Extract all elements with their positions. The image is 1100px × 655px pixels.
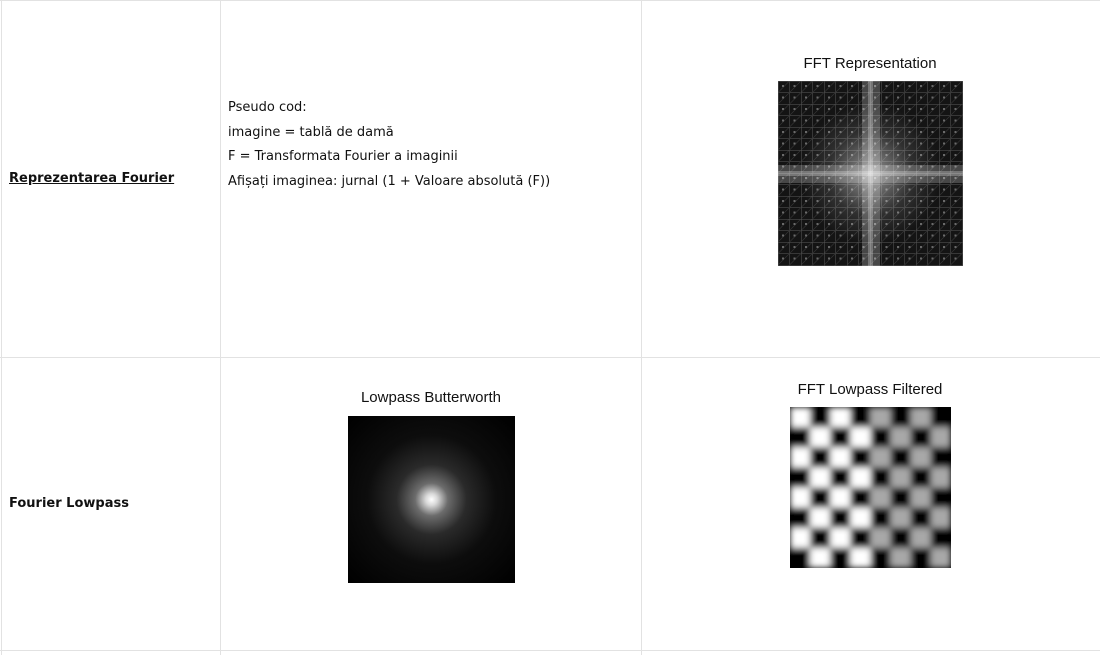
checker-square	[890, 547, 911, 568]
checker-square	[850, 407, 871, 428]
checker-square	[790, 507, 811, 528]
checker-square	[830, 547, 851, 568]
checker-square	[810, 507, 831, 528]
checker-square	[870, 467, 891, 488]
row-divider	[0, 650, 1100, 651]
pseudo-code-block: Pseudo cod: imagine = tablă de damă F = …	[228, 96, 550, 194]
checker-square	[790, 407, 811, 428]
checker-square	[830, 427, 851, 448]
checker-square	[850, 427, 871, 448]
checker-square	[870, 527, 891, 548]
checker-square	[810, 527, 831, 548]
pseudo-code-line: Pseudo cod:	[228, 100, 307, 115]
checker-square	[930, 467, 951, 488]
column-divider	[641, 0, 642, 655]
table-border-top	[0, 0, 1100, 1]
row-divider	[0, 357, 1100, 358]
checker-square	[910, 407, 931, 428]
fft-representation-image	[778, 81, 963, 266]
checker-square	[790, 427, 811, 448]
fft-lowpass-filtered-title: FFT Lowpass Filtered	[797, 381, 943, 398]
checker-square	[890, 527, 911, 548]
checker-square	[810, 447, 831, 468]
fft-lowpass-filtered-image	[790, 407, 951, 568]
checker-square	[930, 447, 951, 468]
checker-square	[890, 507, 911, 528]
checker-square	[810, 467, 831, 488]
checker-square	[810, 407, 831, 428]
checker-square	[850, 547, 871, 568]
checker-square	[790, 527, 811, 548]
checker-square	[910, 527, 931, 548]
checker-square	[850, 487, 871, 508]
checker-square	[810, 487, 831, 508]
checker-square	[910, 487, 931, 508]
column-divider	[1, 0, 2, 655]
checker-square	[930, 427, 951, 448]
lowpass-butterworth-image	[348, 416, 515, 583]
checker-square	[870, 487, 891, 508]
checker-square	[790, 447, 811, 468]
checker-square	[850, 467, 871, 488]
checker-square	[830, 467, 851, 488]
row-label-fourier-lowpass: Fourier Lowpass	[9, 496, 129, 511]
pseudo-code-line: imagine = tablă de damă	[228, 124, 394, 140]
checker-square	[850, 507, 871, 528]
checker-square	[930, 547, 951, 568]
checker-square	[830, 407, 851, 428]
lowpass-butterworth-title: Lowpass Butterworth	[360, 389, 502, 406]
checker-square	[910, 507, 931, 528]
checker-square	[930, 407, 951, 428]
checker-square	[890, 487, 911, 508]
checker-square	[910, 547, 931, 568]
checker-square	[890, 467, 911, 488]
checker-square	[930, 527, 951, 548]
fft-representation-title: FFT Representation	[803, 55, 937, 72]
checker-square	[830, 527, 851, 548]
checker-square	[870, 407, 891, 428]
checker-square	[790, 487, 811, 508]
checker-square	[830, 507, 851, 528]
checker-square	[930, 507, 951, 528]
column-divider	[220, 0, 221, 655]
checker-square	[870, 427, 891, 448]
checker-square	[830, 487, 851, 508]
checker-square	[830, 447, 851, 468]
checker-square	[870, 547, 891, 568]
checker-square	[890, 447, 911, 468]
row-label-fourier-representation[interactable]: Reprezentarea Fourier	[9, 171, 174, 186]
checker-square	[810, 427, 831, 448]
checker-square	[890, 427, 911, 448]
checker-square	[810, 547, 831, 568]
checker-square	[870, 447, 891, 468]
checker-square	[850, 447, 871, 468]
checker-square	[870, 507, 891, 528]
checker-square	[910, 427, 931, 448]
checker-square	[790, 547, 811, 568]
pseudo-code-line: F = Transformata Fourier a imaginii	[228, 149, 458, 164]
pseudo-code-line: Afișați imaginea: jurnal (1 + Valoare ab…	[228, 173, 551, 189]
checker-square	[890, 407, 911, 428]
checker-square	[850, 527, 871, 548]
checker-square	[910, 447, 931, 468]
checker-square	[930, 487, 951, 508]
checker-square	[790, 467, 811, 488]
checker-square	[910, 467, 931, 488]
